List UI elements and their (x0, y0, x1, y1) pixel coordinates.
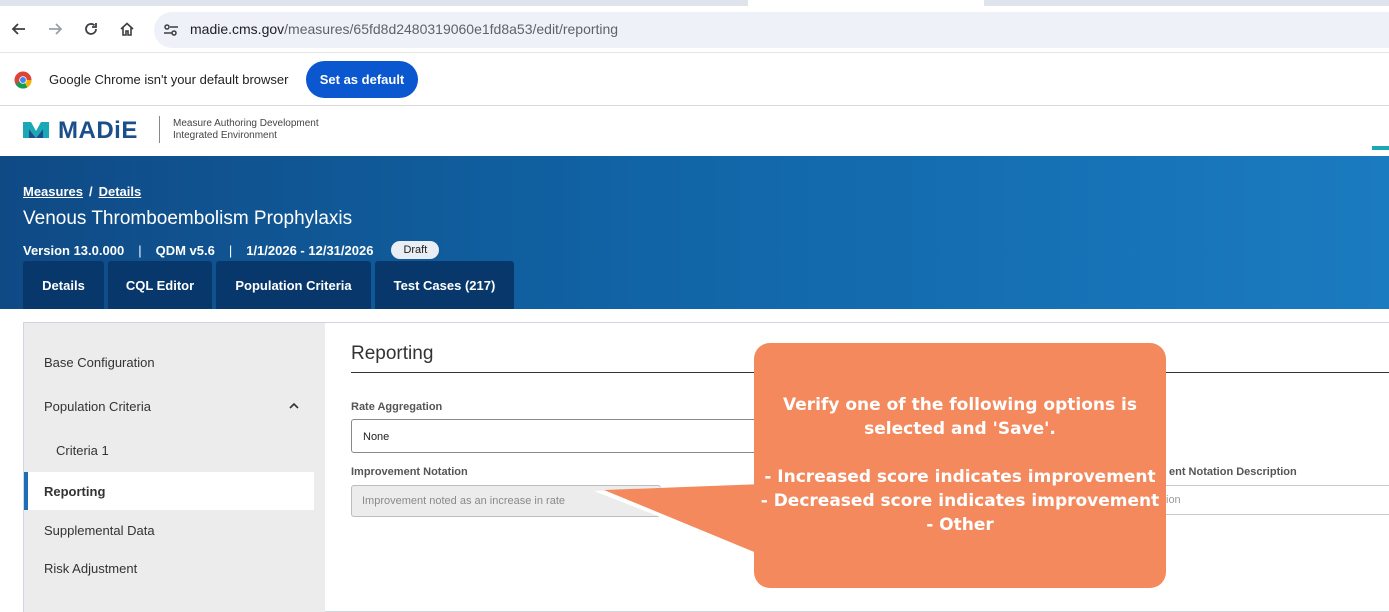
address-bar[interactable]: madie.cms.gov/measures/65fd8d2480319060e… (154, 12, 1389, 48)
infobar-message: Google Chrome isn't your default browser (49, 72, 289, 87)
sidebar-item-base-configuration[interactable]: Base Configuration (24, 343, 314, 381)
set-as-default-button[interactable]: Set as default (306, 61, 418, 98)
brand-name[interactable]: MADiE (58, 117, 138, 145)
measure-version: Version 13.0.000 (23, 242, 125, 258)
breadcrumb: Measures / Details (23, 184, 142, 199)
forward-arrow-icon[interactable] (44, 18, 66, 40)
brand-tagline: Measure Authoring Development Integrated… (173, 118, 319, 141)
tab-details[interactable]: Details (23, 261, 104, 309)
improvement-notation-description-label: ent Notation Description (1169, 466, 1297, 478)
reload-icon[interactable] (80, 18, 102, 40)
sidebar-item-reporting[interactable]: Reporting (24, 472, 314, 510)
status-badge: Draft (391, 241, 440, 259)
measure-banner: Measures / Details Venous Thromboembolism … (0, 156, 1389, 309)
breadcrumb-details-link[interactable]: Details (99, 184, 142, 199)
tab-population-criteria[interactable]: Population Criteria (216, 261, 371, 309)
tab-cql-editor[interactable]: CQL Editor (108, 261, 212, 309)
improvement-notation-label: Improvement Notation (351, 466, 468, 478)
page-title: Venous Thromboembolism Prophylaxis (23, 208, 353, 229)
header-accent-bar (1372, 146, 1389, 150)
sidebar-item-supplemental-data[interactable]: Supplemental Data (24, 511, 314, 549)
instruction-callout: Verify one of the following options is s… (754, 343, 1166, 588)
measure-meta: Version 13.0.000 | QDM v5.6 | 1/1/2026 -… (23, 241, 440, 259)
logo-divider (159, 116, 160, 143)
chrome-logo-icon (14, 71, 32, 89)
tab-test-cases[interactable]: Test Cases (217) (375, 261, 514, 309)
sidebar-item-population-criteria[interactable]: Population Criteria (24, 387, 314, 425)
default-browser-infobar: Google Chrome isn't your default browser… (0, 52, 1389, 106)
browser-toolbar: madie.cms.gov/measures/65fd8d2480319060e… (0, 6, 1389, 52)
site-info-icon[interactable] (162, 21, 180, 39)
improvement-notation-select[interactable]: Improvement noted as an increase in rate (351, 485, 661, 517)
measure-tabs: Details CQL Editor Population Criteria T… (23, 261, 518, 309)
rate-aggregation-label: Rate Aggregation (351, 401, 443, 413)
rate-aggregation-select[interactable]: None (351, 419, 761, 453)
url-text[interactable]: madie.cms.gov/measures/65fd8d2480319060e… (190, 21, 618, 37)
sidebar-item-criteria-1[interactable]: Criteria 1 (24, 431, 314, 469)
app-header: MADiE Measure Authoring Development Inte… (0, 106, 1389, 156)
sidebar-item-risk-adjustment[interactable]: Risk Adjustment (24, 549, 314, 587)
improvement-notation-description-input[interactable]: ion (1155, 485, 1389, 515)
section-title: Reporting (351, 343, 434, 364)
content-panel: Base Configuration Population Criteria C… (23, 322, 1389, 612)
madie-logo-icon[interactable] (22, 118, 50, 142)
measure-model: QDM v5.6 (155, 242, 215, 258)
sidebar: Base Configuration Population Criteria C… (24, 323, 325, 612)
back-arrow-icon[interactable] (8, 18, 30, 40)
home-icon[interactable] (116, 18, 138, 40)
breadcrumb-measures-link[interactable]: Measures (23, 184, 83, 199)
measure-period: 1/1/2026 - 12/31/2026 (246, 242, 374, 258)
chevron-up-icon[interactable] (288, 400, 300, 412)
